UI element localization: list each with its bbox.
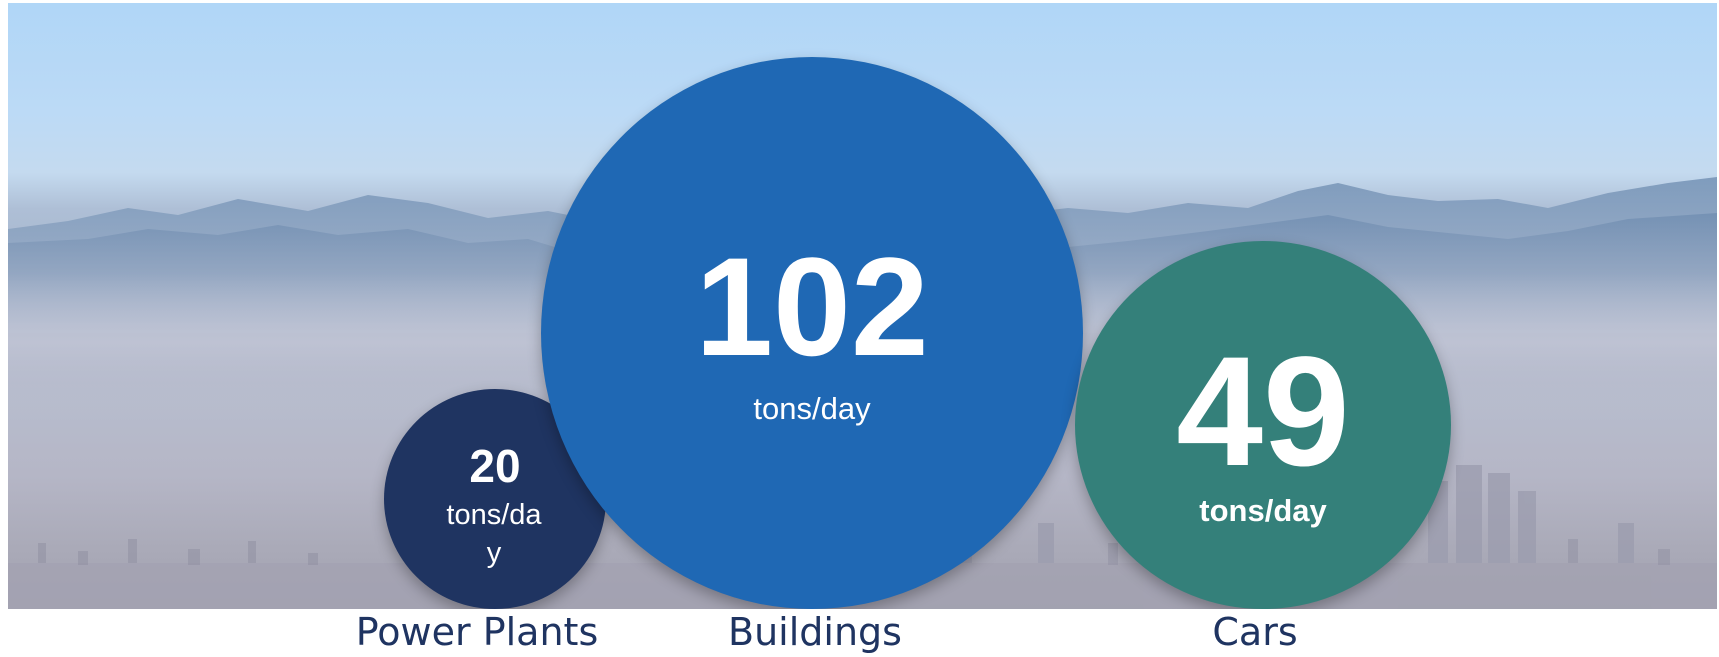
- cars-bubble: 49 tons/day: [1075, 241, 1451, 609]
- cars-unit: tons/day: [1199, 493, 1327, 528]
- buildings-unit: tons/day: [753, 391, 871, 426]
- power-plants-label: Power Plants: [355, 610, 599, 654]
- cars-value: 49: [1176, 325, 1350, 499]
- buildings-label: Buildings: [728, 610, 902, 654]
- buildings-value: 102: [695, 228, 929, 385]
- cars-label: Cars: [1212, 610, 1298, 654]
- power-plants-unit: tons/day: [446, 499, 542, 569]
- buildings-bubble: 102 tons/day: [541, 57, 1083, 609]
- smog-city-background-photo: 20 tons/day 102 tons/day 49 tons/day: [8, 3, 1717, 609]
